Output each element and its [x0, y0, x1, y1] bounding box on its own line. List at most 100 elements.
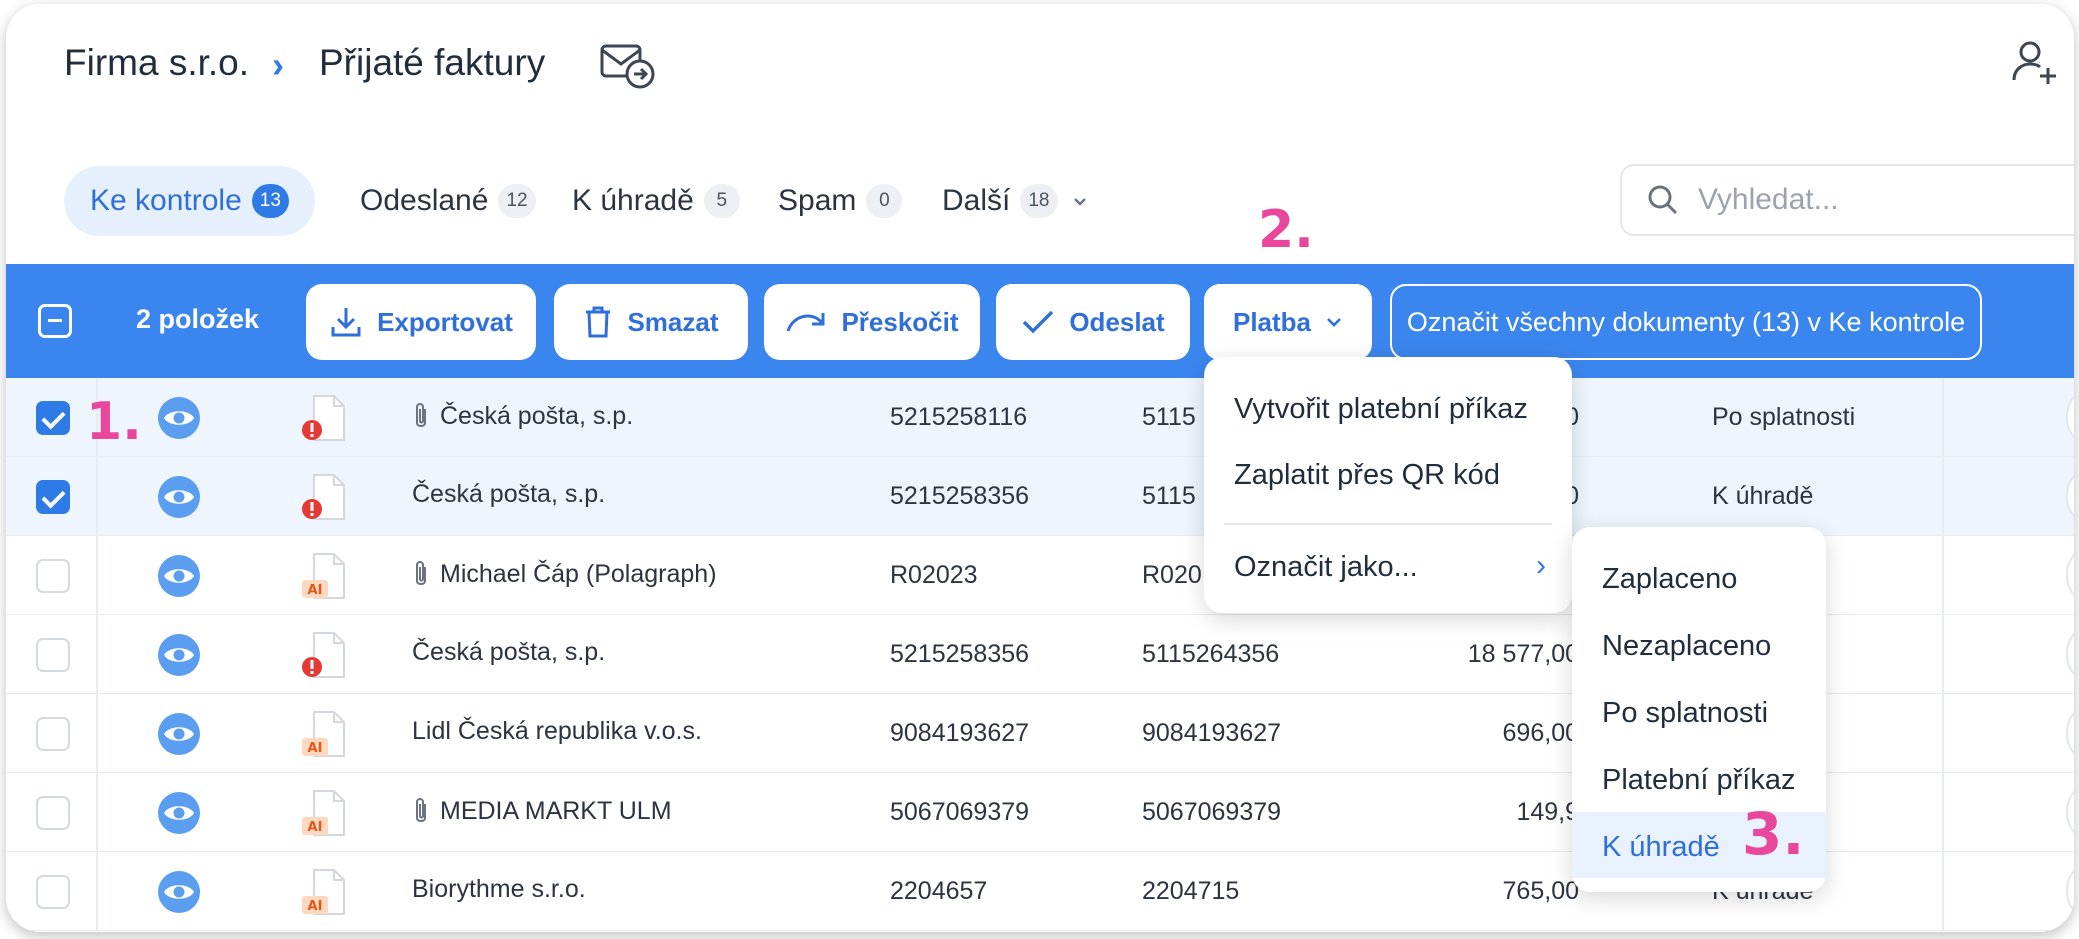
variable-symbol: 5115	[1142, 403, 1196, 431]
eye-icon[interactable]	[158, 871, 200, 913]
row-checkbox[interactable]	[36, 796, 70, 830]
row-action-button[interactable]	[2066, 781, 2074, 843]
tab-dalsi[interactable]: Další 18	[916, 166, 1114, 236]
menu-item-create-payment-order[interactable]: Vytvořit platební příkaz	[1234, 393, 1528, 426]
mail-forward-icon[interactable]	[600, 42, 656, 90]
menu-item-mark-as[interactable]: Označit jako...	[1234, 551, 1418, 584]
menu-item-platebni-prikaz[interactable]: Platební příkaz	[1602, 764, 1795, 797]
eye-icon[interactable]	[158, 792, 200, 834]
payment-label: Platba	[1232, 306, 1312, 337]
eye-icon[interactable]	[158, 713, 200, 755]
menu-item-po-splatnosti[interactable]: Po splatnosti	[1602, 697, 1768, 730]
export-button[interactable]: Exportovat	[306, 284, 536, 360]
table-row[interactable]: Česká pošta, s.p. 5215258116 5115 0 Po s…	[6, 378, 2074, 457]
document-ai-icon: AI	[302, 553, 345, 599]
add-user-icon[interactable]	[2010, 38, 2058, 86]
search-icon	[1648, 185, 1678, 215]
search-box[interactable]	[1620, 164, 2074, 236]
column-divider	[1942, 852, 1944, 930]
eye-icon[interactable]	[158, 476, 200, 518]
svg-text:AI: AI	[308, 741, 323, 756]
supplier-name: Česká pošta, s.p.	[440, 401, 634, 430]
menu-item-nezaplaceno[interactable]: Nezaplaceno	[1602, 630, 1771, 663]
document-ai-icon: AI	[302, 869, 345, 915]
send-button[interactable]: Odeslat	[996, 284, 1190, 360]
variable-symbol: R020	[1142, 561, 1202, 589]
skip-button[interactable]: Přeskočit	[764, 284, 980, 360]
row-action-button[interactable]	[2066, 623, 2074, 685]
annotation-step-1: 1.	[86, 392, 142, 452]
eye-icon[interactable]	[158, 555, 200, 597]
select-all-checkbox[interactable]	[38, 304, 72, 338]
paperclip-icon	[416, 798, 426, 822]
amount: 149,9	[1516, 798, 1579, 826]
tab-label: Spam	[778, 184, 857, 217]
payment-status: Po splatnosti	[1712, 403, 1856, 431]
row-checkbox[interactable]	[36, 559, 70, 593]
supplier-name: Biorythme s.r.o.	[412, 875, 586, 903]
row-checkbox[interactable]	[36, 480, 70, 514]
breadcrumb-company[interactable]: Firma s.r.o.	[64, 42, 249, 84]
supplier-cell: MEDIA MARKT ULM	[412, 796, 672, 826]
delete-button[interactable]: Smazat	[554, 284, 748, 360]
payment-status: K úhradě	[1712, 482, 1814, 510]
row-action-button[interactable]	[2066, 860, 2074, 922]
document-error-icon	[302, 474, 345, 520]
amount: 765,00	[1502, 877, 1579, 905]
row-checkbox[interactable]	[36, 875, 70, 909]
selected-count: 2 položek	[136, 304, 260, 334]
row-checkbox[interactable]	[36, 717, 70, 751]
row-action-button[interactable]	[2066, 702, 2074, 764]
tab-count-badge: 12	[498, 184, 536, 218]
row-action-button[interactable]	[2066, 386, 2074, 448]
column-divider	[96, 615, 98, 693]
trash-icon	[586, 306, 611, 338]
column-divider	[96, 536, 98, 614]
menu-item-pay-qr[interactable]: Zaplatit přes QR kód	[1234, 459, 1500, 492]
column-divider	[1942, 694, 1944, 772]
supplier-cell: Česká pošta, s.p.	[412, 401, 633, 431]
paperclip-icon	[416, 561, 426, 585]
tab-count-badge: 13	[251, 184, 289, 218]
svg-text:AI: AI	[308, 820, 323, 835]
amount: 696,00	[1502, 719, 1579, 747]
eye-icon[interactable]	[158, 397, 200, 439]
invoice-number: R02023	[890, 561, 978, 589]
bulk-action-bar: 2 položek Exportovat Smazat Přeskočit Od…	[6, 264, 2074, 378]
tab-count-badge: 18	[1020, 184, 1058, 218]
amount: 18 577,00	[1467, 640, 1579, 668]
tab-odeslane[interactable]: Odeslané 12	[334, 166, 562, 236]
eye-icon[interactable]	[158, 634, 200, 676]
row-action-button[interactable]	[2066, 465, 2074, 527]
tab-ke-kontrole[interactable]: Ke kontrole 13	[64, 166, 315, 236]
variable-symbol: 5115264356	[1142, 640, 1280, 668]
supplier-cell: Česká pošta, s.p.	[412, 480, 605, 509]
row-action-button[interactable]	[2066, 544, 2074, 606]
row-checkbox[interactable]	[36, 638, 70, 672]
tab-spam[interactable]: Spam 0	[752, 166, 928, 236]
app-window: Firma s.r.o. › Přijaté faktury Ke kontro…	[6, 4, 2074, 932]
row-checkbox[interactable]	[36, 401, 70, 435]
tab-k-uhrade[interactable]: K úhradě 5	[546, 166, 766, 236]
search-input[interactable]	[1698, 183, 2058, 217]
tab-label: Ke kontrole	[90, 184, 242, 217]
menu-item-k-uhrade[interactable]: K úhradě	[1602, 831, 1720, 864]
variable-symbol: 2204715	[1142, 877, 1240, 905]
mark-all-button[interactable]: Označit všechny dokumenty (13) v Ke kont…	[1390, 284, 1982, 360]
variable-symbol: 9084193627	[1142, 719, 1282, 747]
delete-label: Smazat	[627, 306, 719, 337]
payment-dropdown-button[interactable]: Platba	[1204, 284, 1372, 360]
menu-item-zaplaceno[interactable]: Zaplaceno	[1602, 563, 1737, 596]
send-label: Odeslat	[1069, 306, 1165, 337]
column-divider	[1942, 536, 1944, 614]
filter-tabs: Ke kontrole 13 Odeslané 12 K úhradě 5 Sp…	[6, 132, 2074, 268]
chevron-right-icon: ›	[1536, 549, 1546, 582]
svg-text:AI: AI	[308, 583, 323, 598]
invoice-number: 5215258356	[890, 640, 1030, 668]
checkmark-icon	[1023, 310, 1054, 334]
invoice-number: 5215258116	[890, 403, 1028, 431]
table-row[interactable]: Česká pošta, s.p. 5215258356 5115 0 K úh…	[6, 457, 2074, 536]
payment-menu: Vytvořit platební příkaz Zaplatit přes Q…	[1204, 357, 1572, 613]
column-divider	[96, 852, 98, 930]
supplier-name: Česká pošta, s.p.	[412, 638, 606, 666]
